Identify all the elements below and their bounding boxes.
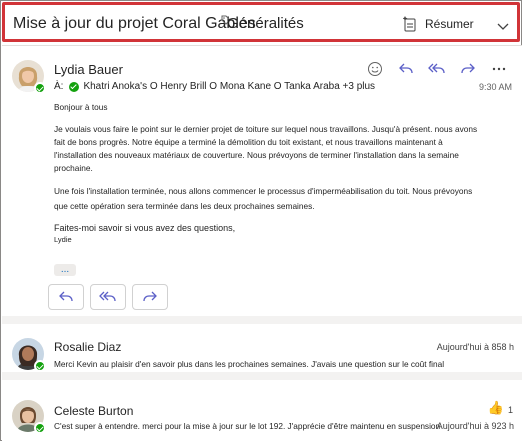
reply-button[interactable]	[48, 284, 84, 310]
reply-icon	[59, 291, 73, 302]
reaction-count: 1	[507, 405, 513, 415]
signature: Lydie	[54, 235, 72, 244]
reply-all-icon[interactable]	[424, 58, 450, 80]
quick-reply-buttons	[48, 284, 174, 310]
emoji-icon[interactable]	[362, 58, 388, 80]
presence-available-icon	[34, 360, 46, 372]
message-time: 9:30 AM	[478, 82, 512, 92]
thumbs-up-reaction-icon[interactable]: 👍	[488, 401, 504, 416]
show-more-label: ...	[60, 264, 70, 275]
message-preview: Merci Kevin au plaisir d'en savoir plus …	[54, 359, 445, 369]
message-separator	[2, 372, 522, 380]
message-time: Aujourd'hui à 858 h	[436, 342, 514, 352]
presence-available-icon	[34, 82, 46, 94]
closing: Faites-moi savoir si vous avez des quest…	[54, 223, 484, 245]
forward-icon	[143, 291, 157, 302]
reply-all-icon	[99, 291, 116, 302]
presence-available-icon	[69, 81, 80, 92]
message-collapsed[interactable]: Rosalie Diaz Aujourd'hui à 858 h Merci K…	[2, 324, 522, 372]
presence-available-icon	[34, 422, 46, 434]
message-body: Bonjour à tous Je voulais vous faire le …	[54, 101, 484, 245]
forward-icon[interactable]	[455, 58, 481, 80]
body-paragraph: Je voulais vous faire le point sur le de…	[54, 124, 478, 173]
to-label: À:	[54, 81, 64, 92]
reply-all-button[interactable]	[90, 284, 126, 310]
conversation-header: Mise à jour du projet Coral Gables Génér…	[2, 2, 520, 42]
summarize-button[interactable]: Résumer	[403, 14, 474, 34]
more-icon[interactable]	[486, 58, 512, 80]
sender-name[interactable]: Lydia Bauer	[54, 62, 123, 77]
greeting: Bonjour à tous	[54, 102, 108, 112]
body-paragraph: Une fois l'installation terminée, nous a…	[54, 186, 473, 211]
forward-button[interactable]	[132, 284, 168, 310]
message-actions	[357, 58, 512, 80]
recipients-row: À: Khatri Anoka's O Henry Brill O Mona K…	[54, 81, 375, 92]
summarize-label: Résumer	[425, 17, 474, 31]
recipients-list[interactable]: Khatri Anoka's O Henry Brill O Mona Kane…	[83, 81, 375, 92]
message-collapsed[interactable]: Celeste Burton C'est super à entendre. m…	[2, 380, 522, 441]
reading-pane: Mise à jour du projet Coral Gables Génér…	[0, 0, 522, 441]
message-expanded: Lydia Bauer À: Khatri Anoka's O Henry Br…	[2, 46, 522, 316]
message-separator	[2, 316, 522, 324]
conversation-subject: Mise à jour du projet Coral Gables	[13, 15, 256, 32]
message-preview: C'est super à entendre. merci pour la mi…	[54, 421, 441, 431]
message-time: Aujourd'hui à 923 h	[436, 421, 514, 431]
sender-name[interactable]: Celeste Burton	[54, 404, 133, 418]
sparkle-doc-icon	[403, 16, 416, 32]
chevron-down-icon[interactable]	[497, 18, 509, 36]
closing-line: Faites-moi savoir si vous avez des quest…	[54, 223, 236, 233]
sender-name[interactable]: Rosalie Diaz	[54, 340, 121, 354]
reply-icon[interactable]	[393, 58, 419, 80]
topic-label[interactable]: Généralités	[227, 15, 304, 32]
show-more-button[interactable]: ...	[54, 264, 76, 276]
